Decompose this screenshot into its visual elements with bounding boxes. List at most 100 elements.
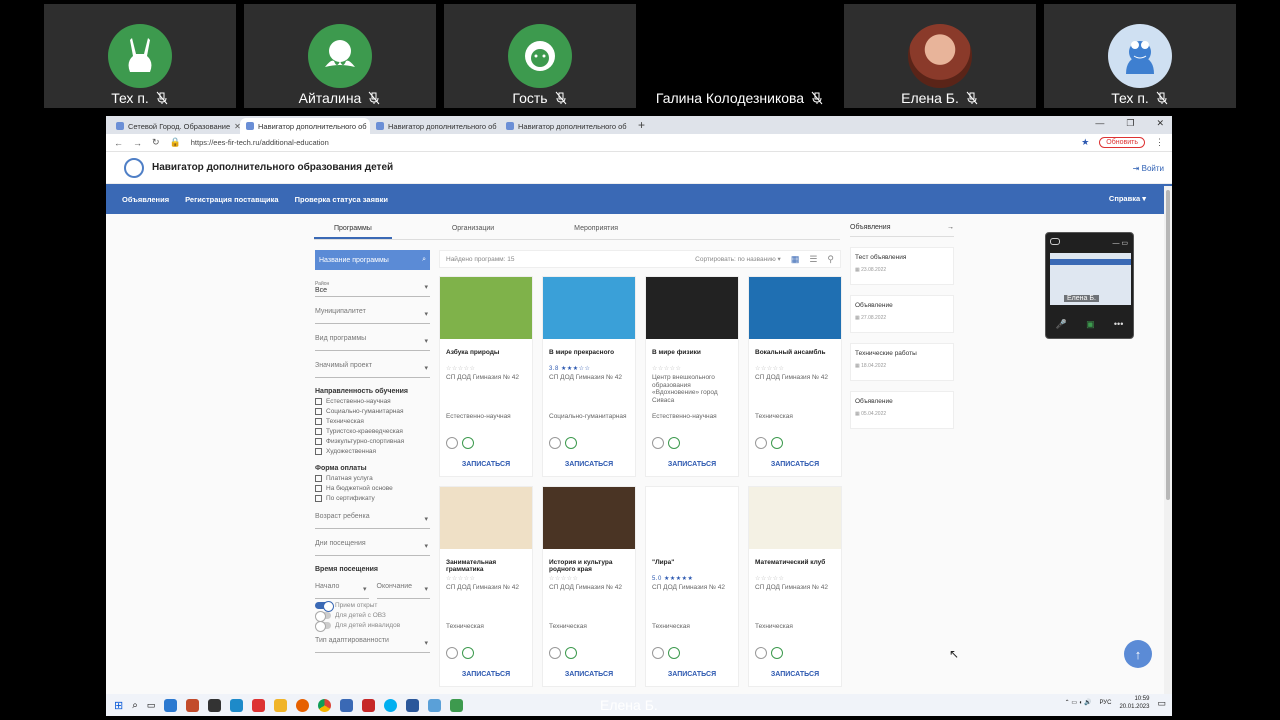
window-controls-icon[interactable]: — ▭	[1112, 239, 1128, 247]
site-logo[interactable]	[124, 157, 144, 178]
app-icon[interactable]	[252, 698, 266, 712]
help-menu[interactable]: Справка ▾	[1109, 194, 1146, 203]
program-card[interactable]: История и культура родного края ☆☆☆☆☆ СП…	[542, 486, 636, 687]
search-icon[interactable]: ⌕	[422, 256, 426, 264]
enroll-button[interactable]: ЗАПИСАТЬСЯ	[749, 671, 841, 678]
reload-icon[interactable]: ↻	[152, 137, 160, 148]
direction-checkbox[interactable]: Физкультурно-спортивная	[315, 438, 430, 445]
program-title[interactable]: В мире прекрасного	[549, 349, 629, 363]
program-type-select[interactable]: Вид программы	[315, 331, 430, 351]
time-start-select[interactable]: Начало	[315, 579, 369, 599]
close-window-icon[interactable]: ✕	[1156, 118, 1164, 129]
grid-view-icon[interactable]: ▦	[791, 254, 800, 265]
program-card[interactable]: Вокальный ансамбль ☆☆☆☆☆ СП ДОД Гимназия…	[748, 276, 842, 477]
age-select[interactable]: Возраст ребенка	[315, 509, 430, 529]
back-icon[interactable]: ←	[114, 138, 123, 148]
browser-tab[interactable]: Сетевой Город. Образование ✕	[110, 118, 240, 134]
enroll-button[interactable]: ЗАПИСАТЬСЯ	[543, 461, 635, 468]
program-card[interactable]: "Лира" 5.0 ★★★★★ СП ДОД Гимназия № 42 Те…	[645, 486, 739, 687]
app-icon[interactable]	[186, 698, 200, 712]
program-card[interactable]: Азбука природы ☆☆☆☆☆ СП ДОД Гимназия № 4…	[439, 276, 533, 477]
program-title[interactable]: Занимательная грамматика	[446, 559, 526, 573]
nav-register-provider[interactable]: Регистрация поставщика	[185, 195, 279, 204]
program-card[interactable]: Математический клуб ☆☆☆☆☆ СП ДОД Гимнази…	[748, 486, 842, 687]
enroll-button[interactable]: ЗАПИСАТЬСЯ	[440, 671, 532, 678]
app-icon[interactable]	[164, 698, 178, 712]
program-image[interactable]	[440, 277, 532, 339]
payment-checkbox[interactable]: Платная услуга	[315, 475, 430, 482]
announcement-item[interactable]: Технические работы ▦ 18.04.2022	[850, 343, 954, 381]
program-title[interactable]: Математический клуб	[755, 559, 835, 573]
program-card[interactable]: Занимательная грамматика ☆☆☆☆☆ СП ДОД Ги…	[439, 486, 533, 687]
url-field[interactable]: https://ees-fir-tech.ru/additional-educa…	[191, 138, 1071, 147]
program-title[interactable]: "Лира"	[652, 559, 732, 573]
arrow-right-icon[interactable]: →	[947, 224, 954, 231]
self-view-window[interactable]: — ▭ Елена Б. 🎤 ▣ •••	[1045, 232, 1134, 339]
program-image[interactable]	[749, 277, 841, 339]
toggle-ovz[interactable]: Для детей с ОВЗ	[315, 611, 430, 622]
browser-tab[interactable]: Навигатор дополнительного об✕	[500, 118, 630, 134]
payment-checkbox[interactable]: На бюджетной основе	[315, 485, 430, 492]
tab-programs[interactable]: Программы	[314, 220, 392, 239]
direction-checkbox[interactable]: Естественно-научная	[315, 398, 430, 405]
input-language[interactable]: РУС	[1099, 699, 1111, 707]
browser-tab-active[interactable]: Навигатор дополнительного об✕	[240, 118, 370, 134]
program-image[interactable]	[440, 487, 532, 549]
program-image[interactable]	[646, 487, 738, 549]
enroll-button[interactable]: ЗАПИСАТЬСЯ	[543, 671, 635, 678]
windows-start-icon[interactable]: ⊞	[114, 699, 123, 712]
time-end-select[interactable]: Окончание	[376, 579, 430, 599]
more-icon[interactable]: •••	[1114, 319, 1123, 330]
enroll-button[interactable]: ЗАПИСАТЬСЯ	[440, 461, 532, 468]
participant-tile[interactable]: Айталина	[244, 4, 436, 108]
program-card[interactable]: В мире физики ☆☆☆☆☆ Центр внешкольного о…	[645, 276, 739, 477]
map-pin-icon[interactable]: ⚲	[827, 254, 834, 265]
app-icon[interactable]	[450, 698, 464, 712]
forward-icon[interactable]: →	[133, 138, 142, 148]
star-icon[interactable]: ★	[1081, 137, 1089, 148]
list-view-icon[interactable]: ☰	[809, 254, 817, 265]
tray-icons[interactable]: ⌃ ▭ ◖ 🔊	[1065, 699, 1092, 707]
maximize-icon[interactable]: ❐	[1126, 118, 1134, 129]
site-title[interactable]: Навигатор дополнительного образования де…	[152, 162, 393, 173]
enroll-button[interactable]: ЗАПИСАТЬСЯ	[749, 461, 841, 468]
screen-share-icon[interactable]: ▣	[1086, 319, 1095, 330]
program-image[interactable]	[543, 487, 635, 549]
update-browser-button[interactable]: Обновить	[1099, 137, 1145, 148]
tab-organizations[interactable]: Организации	[432, 220, 514, 239]
days-select[interactable]: Дни посещения	[315, 536, 430, 556]
app-icon[interactable]	[208, 698, 222, 712]
scroll-top-button[interactable]: ↑	[1124, 640, 1152, 668]
direction-checkbox[interactable]: Художественная	[315, 448, 430, 455]
payment-checkbox[interactable]: По сертификату	[315, 495, 430, 502]
nav-announcements[interactable]: Объявления	[122, 195, 169, 204]
program-image[interactable]	[543, 277, 635, 339]
tab-events[interactable]: Мероприятия	[554, 220, 638, 239]
browser-tab[interactable]: Навигатор дополнительного об✕	[370, 118, 500, 134]
menu-dots-icon[interactable]: ⋮	[1155, 137, 1164, 148]
microphone-icon[interactable]: 🎤	[1056, 319, 1067, 330]
skype-icon[interactable]	[384, 698, 398, 712]
app-icon[interactable]	[428, 698, 442, 712]
minimize-icon[interactable]: —	[1095, 118, 1104, 129]
program-title[interactable]: История и культура родного края	[549, 559, 629, 573]
enroll-button[interactable]: ЗАПИСАТЬСЯ	[646, 461, 738, 468]
nav-check-status[interactable]: Проверка статуса заявки	[295, 195, 388, 204]
direction-checkbox[interactable]: Туристско-краеведческая	[315, 428, 430, 435]
participant-tile[interactable]: Тех п.	[1044, 4, 1236, 108]
direction-checkbox[interactable]: Социально-гуманитарная	[315, 408, 430, 415]
word-icon[interactable]	[406, 698, 420, 712]
municipality-select[interactable]: Муниципалитет	[315, 304, 430, 324]
search-icon[interactable]: ⌕	[132, 700, 138, 711]
announcement-item[interactable]: Объявление ▦ 27.08.2022	[850, 295, 954, 333]
program-search-input[interactable]: Название программы ⌕	[315, 250, 430, 270]
task-view-icon[interactable]: ▭	[147, 700, 156, 711]
program-title[interactable]: Вокальный ансамбль	[755, 349, 835, 363]
announcement-item[interactable]: Объявление ▦ 05.04.2022	[850, 391, 954, 429]
app-icon[interactable]	[274, 698, 288, 712]
program-card[interactable]: В мире прекрасного 3.8 ★★★☆☆ СП ДОД Гимн…	[542, 276, 636, 477]
announcement-item[interactable]: Тест объявления ▦ 23.08.2022	[850, 247, 954, 285]
program-title[interactable]: Азбука природы	[446, 349, 526, 363]
firefox-icon[interactable]	[296, 698, 310, 712]
toggle-disabled[interactable]: Для детей инвалидов	[315, 621, 430, 632]
